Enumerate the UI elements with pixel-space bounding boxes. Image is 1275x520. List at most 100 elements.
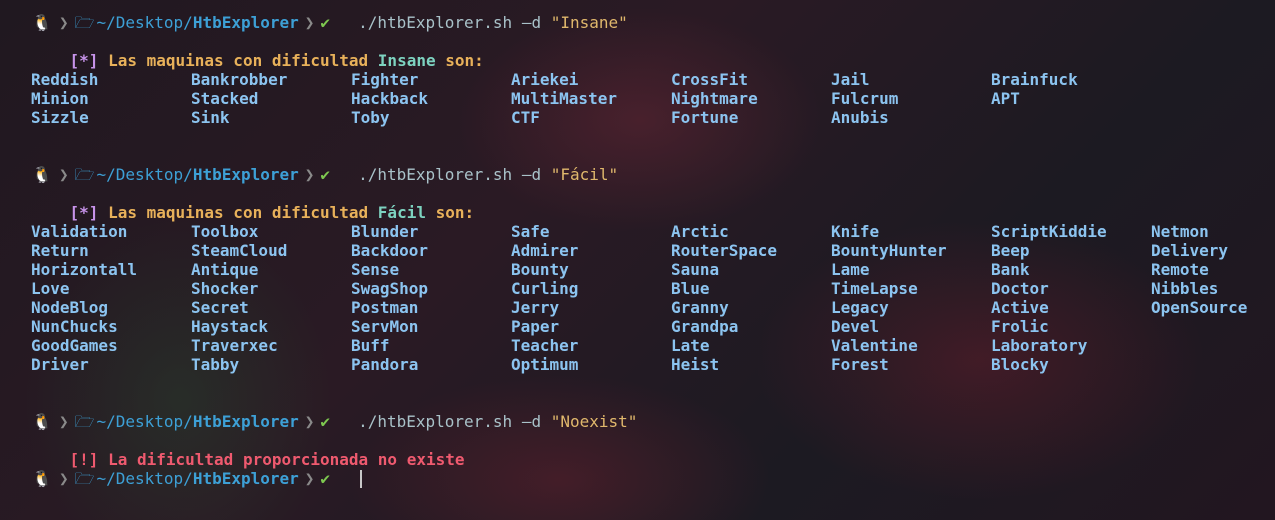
machine-name: Anubis (831, 108, 889, 127)
machine-name: Reddish (31, 70, 99, 89)
path-prefix: ~/Desktop/ (96, 412, 193, 431)
error-tag: [!] (69, 450, 99, 469)
linux-penguin-icon: 🐧 (32, 13, 52, 32)
machine-name: Teacher (511, 336, 579, 355)
chevron-right-icon: ❯ (59, 412, 69, 431)
linux-penguin-icon: 🐧 (32, 165, 52, 184)
command-text: ./htbExplorer.sh –d "Fácil" (358, 165, 619, 184)
machine-name: Backdoor (351, 241, 429, 260)
path-dir: HtbExplorer (192, 412, 299, 431)
machine-name: Legacy (831, 298, 889, 317)
machine-name: Delivery (1151, 241, 1229, 260)
machine-name: Fighter (351, 70, 419, 89)
chevron-right-icon: ❯ (59, 469, 69, 488)
machine-name: Bank (991, 260, 1030, 279)
path-dir: HtbExplorer (192, 13, 299, 32)
output-header-insane: [*] Las maquinas con dificultad Insane s… (31, 32, 484, 70)
linux-penguin-icon: 🐧 (32, 469, 52, 488)
chevron-right-icon: ❯ (304, 469, 315, 488)
machine-name: Bounty (511, 260, 569, 279)
machine-name: Devel (831, 317, 880, 336)
machine-name: Return (31, 241, 89, 260)
text-cursor[interactable] (360, 469, 363, 488)
check-icon: ✔ (320, 13, 331, 32)
machine-name: NunChucks (31, 317, 118, 336)
prompt-line-3: 🐧 ❯ 🗁 ~/Desktop/HtbExplorer ❯ ✔ ./htbExp… (31, 412, 637, 431)
linux-penguin-icon: 🐧 (32, 412, 52, 431)
machine-name: Stacked (191, 89, 259, 108)
info-tag: [*] (69, 51, 99, 70)
machine-name: Postman (351, 298, 419, 317)
machine-name: TimeLapse (831, 279, 918, 298)
machine-name: BountyHunter (831, 241, 947, 260)
chevron-right-icon: ❯ (59, 13, 69, 32)
machine-name: Arctic (671, 222, 729, 241)
machine-name: Sizzle (31, 108, 89, 127)
machine-name: Frolic (991, 317, 1049, 336)
machine-name: Safe (511, 222, 550, 241)
machine-name: OpenSource (1151, 298, 1248, 317)
machine-name: Nibbles (1151, 279, 1219, 298)
machine-name: Traverxec (191, 336, 278, 355)
machine-name: Jerry (511, 298, 560, 317)
prompt-line-2: 🐧 ❯ 🗁 ~/Desktop/HtbExplorer ❯ ✔ ./htbExp… (31, 165, 618, 184)
machine-name: Beep (991, 241, 1030, 260)
machine-name: RouterSpace (671, 241, 777, 260)
message-text: Las maquinas con dificultad (108, 51, 378, 70)
machine-name: CTF (511, 108, 540, 127)
chevron-right-icon: ❯ (59, 165, 69, 184)
path-dir: HtbExplorer (192, 165, 299, 184)
machine-name: ScriptKiddie (991, 222, 1107, 241)
machine-name: Laboratory (991, 336, 1088, 355)
machine-name: Forest (831, 355, 889, 374)
difficulty-level: Fácil (377, 203, 426, 222)
path-prefix: ~/Desktop/ (96, 165, 193, 184)
machine-name: Driver (31, 355, 89, 374)
machine-name: Toby (351, 108, 390, 127)
difficulty-level: Insane (377, 51, 436, 70)
machine-name: Paper (511, 317, 560, 336)
machine-name: Grandpa (671, 317, 739, 336)
machine-name: Active (991, 298, 1049, 317)
machine-name: Remote (1151, 260, 1209, 279)
machine-name: ServMon (351, 317, 419, 336)
machine-name: SteamCloud (191, 241, 288, 260)
machine-name: Shocker (191, 279, 259, 298)
machine-name: MultiMaster (511, 89, 617, 108)
machine-name: CrossFit (671, 70, 749, 89)
folder-icon: 🗁 (74, 469, 95, 488)
machine-name: Horizontall (31, 260, 137, 279)
folder-icon: 🗁 (74, 412, 95, 431)
machine-name: Fulcrum (831, 89, 899, 108)
check-icon: ✔ (320, 469, 331, 488)
message-suffix: son: (425, 203, 475, 222)
machine-name: Knife (831, 222, 880, 241)
check-icon: ✔ (320, 165, 331, 184)
machine-name: Lame (831, 260, 870, 279)
machine-name: Valentine (831, 336, 918, 355)
machine-name: GoodGames (31, 336, 118, 355)
machine-name: Fortune (671, 108, 739, 127)
machine-name: Blocky (991, 355, 1049, 374)
folder-icon: 🗁 (74, 13, 95, 32)
message-suffix: son: (435, 51, 484, 70)
machine-name: Sense (351, 260, 400, 279)
chevron-right-icon: ❯ (304, 412, 315, 431)
machine-name: Heist (671, 355, 720, 374)
machine-name: Love (31, 279, 70, 298)
machine-name: Blunder (351, 222, 419, 241)
machine-name: Nightmare (671, 89, 758, 108)
machine-name: Antique (191, 260, 259, 279)
terminal-window[interactable]: 🐧 ❯ 🗁 ~/Desktop/HtbExplorer ❯ ✔ ./htbExp… (0, 0, 1275, 520)
prompt-line-active[interactable]: 🐧 ❯ 🗁 ~/Desktop/HtbExplorer ❯ ✔ (31, 469, 363, 488)
prompt-line-1: 🐧 ❯ 🗁 ~/Desktop/HtbExplorer ❯ ✔ ./htbExp… (31, 13, 628, 32)
machine-name: Jail (831, 70, 870, 89)
machine-name: Blue (671, 279, 710, 298)
machine-name: Pandora (351, 355, 419, 374)
message-text: Las maquinas con dificultad (108, 203, 378, 222)
command-text: ./htbExplorer.sh –d "Insane" (358, 13, 628, 32)
path-prefix: ~/Desktop/ (96, 13, 193, 32)
path-dir: HtbExplorer (192, 469, 299, 488)
machine-name: Netmon (1151, 222, 1209, 241)
machine-name: Brainfuck (991, 70, 1078, 89)
